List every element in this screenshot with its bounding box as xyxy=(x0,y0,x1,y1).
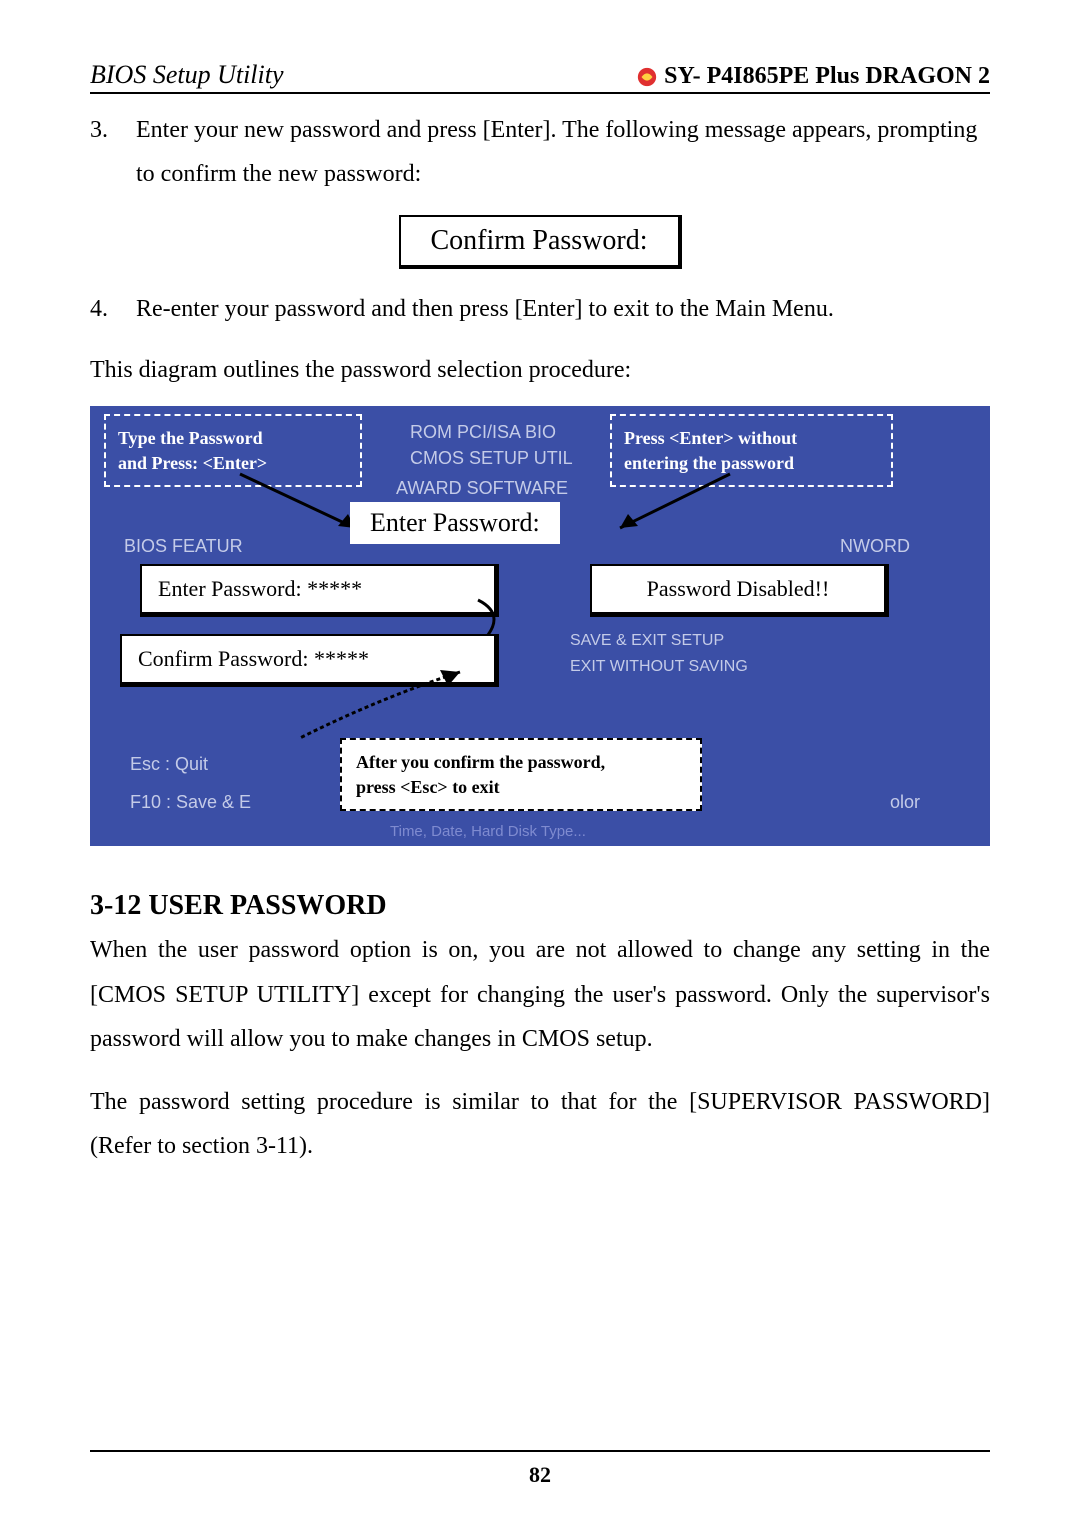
step-3: 3. Enter your new password and press [En… xyxy=(90,108,990,197)
confirm-password-box: Confirm Password: xyxy=(399,215,682,269)
section-paragraph-2: The password setting procedure is simila… xyxy=(90,1080,990,1169)
enter-password-header: Enter Password: xyxy=(350,502,560,544)
f10-save-label: F10 : Save & E xyxy=(130,792,251,813)
section-heading: 3-12 USER PASSWORD xyxy=(90,890,990,922)
nword-label: NWORD xyxy=(840,536,910,557)
page-header: BIOS Setup Utility SY- P4I865PE Plus DRA… xyxy=(90,60,990,94)
cmos-label: CMOS SETUP UTIL xyxy=(410,448,573,469)
color-label: olor xyxy=(890,792,920,813)
step-3-number: 3. xyxy=(90,108,110,197)
section-paragraph-1: When the user password option is on, you… xyxy=(90,928,990,1061)
save-exit-label: SAVE & EXIT SETUP xyxy=(570,632,724,650)
press-enter-callout: Press <Enter> without entering the passw… xyxy=(610,414,893,487)
rom-label: ROM PCI/ISA BIO xyxy=(410,422,556,443)
step-4: 4. Re-enter your password and then press… xyxy=(90,287,990,331)
header-right-text: SY- P4I865PE Plus DRAGON 2 xyxy=(664,63,990,90)
exit-without-saving-label: EXIT WITHOUT SAVING xyxy=(570,658,748,676)
enter-password-box: Enter Password: ***** xyxy=(140,564,499,617)
bios-features-label: BIOS FEATUR xyxy=(124,536,243,557)
page-number: 82 xyxy=(90,1450,990,1488)
esc-quit-label: Esc : Quit xyxy=(130,754,208,775)
step-3-text: Enter your new password and press [Enter… xyxy=(136,108,990,197)
password-disabled-box: Password Disabled!! xyxy=(590,564,889,617)
step-4-number: 4. xyxy=(90,287,110,331)
soyo-logo-icon xyxy=(636,66,658,88)
type-password-callout: Type the Password and Press: <Enter> xyxy=(104,414,362,487)
step-4-text: Re-enter your password and then press [E… xyxy=(136,287,990,331)
diagram-intro: This diagram outlines the password selec… xyxy=(90,349,990,392)
password-diagram: ROM PCI/ISA BIO CMOS SETUP UTIL AWARD SO… xyxy=(90,406,990,846)
award-label: AWARD SOFTWARE xyxy=(396,478,568,499)
header-left: BIOS Setup Utility xyxy=(90,60,284,90)
time-date-label: Time, Date, Hard Disk Type... xyxy=(390,823,586,840)
header-right: SY- P4I865PE Plus DRAGON 2 xyxy=(636,63,990,90)
after-confirm-callout: After you confirm the password, press <E… xyxy=(340,738,702,811)
confirm-password-box-diagram: Confirm Password: ***** xyxy=(120,634,499,687)
